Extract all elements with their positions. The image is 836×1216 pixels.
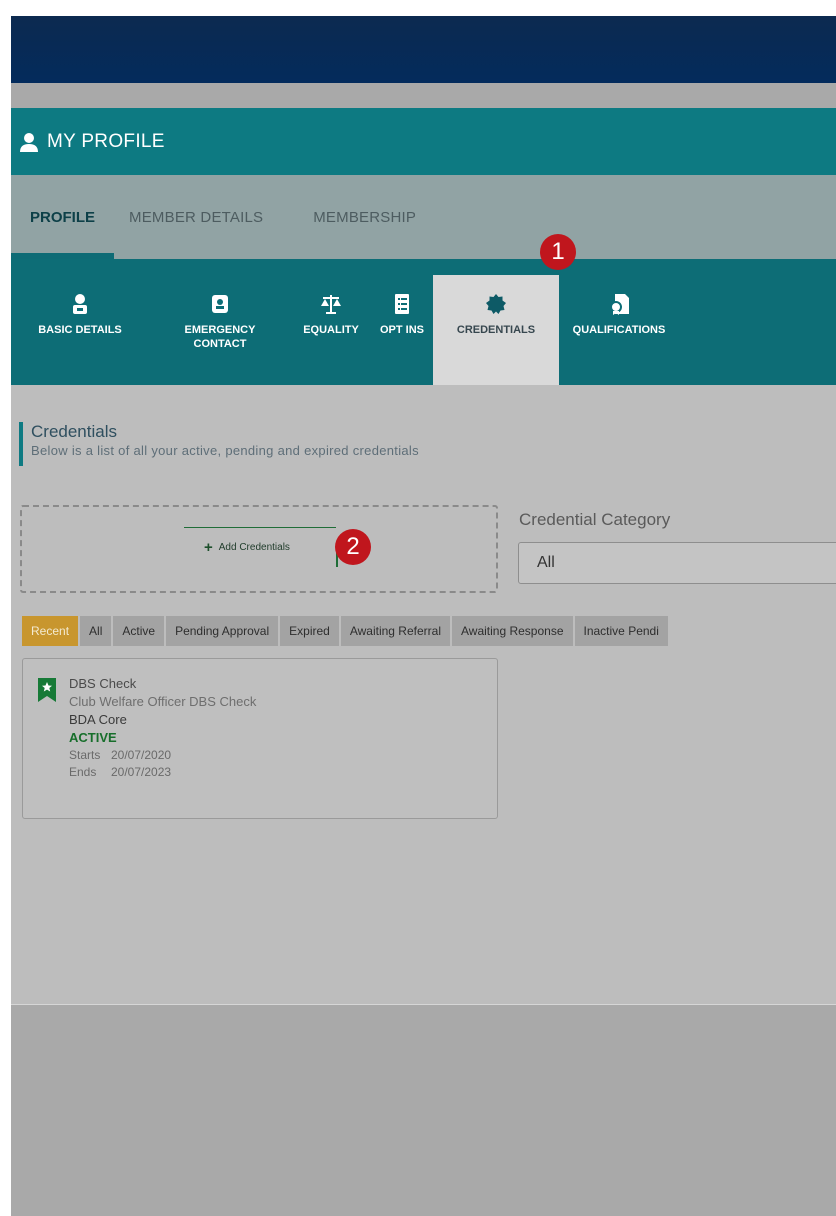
profile-subnav: PROFILE MEMBER DETAILS MEMBERSHIP: [11, 175, 836, 259]
filter-expired[interactable]: Expired: [280, 616, 339, 646]
credential-category-label: Credential Category: [519, 510, 671, 529]
profile-header: MY PROFILE: [11, 108, 836, 175]
profile-section-tabs: BASIC DETAILS EMERGENCY CONTACT EQUALITY…: [11, 259, 836, 385]
add-credentials-button[interactable]: + Add Credentials: [204, 539, 290, 556]
tab-membership[interactable]: MEMBERSHIP: [294, 175, 435, 259]
credential-description: Club Welfare Officer DBS Check: [69, 694, 257, 709]
filter-awaiting-referral[interactable]: Awaiting Referral: [340, 616, 450, 646]
top-navbar: [11, 16, 836, 83]
person-icon: [20, 132, 38, 152]
section-subtitle: Below is a list of all your active, pend…: [31, 443, 419, 458]
star-ribbon-icon: [38, 678, 56, 702]
certificate-icon: [610, 294, 629, 315]
page-title: MY PROFILE: [47, 130, 165, 152]
tab-emergency-contact[interactable]: EMERGENCY CONTACT: [149, 275, 291, 385]
credential-filter-tabs: Recent All Active Pending Approval Expir…: [22, 616, 668, 646]
credential-start-row: Starts 20/07/2020: [69, 747, 256, 764]
status-badge: ACTIVE: [69, 730, 117, 745]
annotation-badge-1: 1: [540, 234, 576, 270]
credential-name: DBS Check: [69, 676, 137, 691]
tab-opt-ins[interactable]: OPT INS: [371, 275, 433, 385]
scales-icon: [321, 295, 341, 314]
credential-category-select[interactable]: All: [518, 542, 836, 584]
annotation-badge-2: 2: [335, 529, 371, 565]
section-title: Credentials: [31, 422, 117, 441]
tab-qualifications[interactable]: QUALIFICATIONS: [559, 275, 679, 385]
filter-pending-approval[interactable]: Pending Approval: [166, 616, 279, 646]
seal-icon: [486, 294, 506, 314]
annotation-line: [184, 527, 336, 528]
person-icon: [73, 294, 87, 314]
filter-active[interactable]: Active: [113, 616, 165, 646]
filter-inactive-pending[interactable]: Inactive Pendi: [574, 616, 668, 646]
app-frame: MY PROFILE PROFILE MEMBER DETAILS MEMBER…: [11, 16, 836, 1216]
start-label: Starts: [69, 748, 101, 762]
tab-profile[interactable]: PROFILE: [11, 175, 115, 259]
tab-credentials[interactable]: CREDENTIALS: [433, 275, 559, 385]
filter-awaiting-response[interactable]: Awaiting Response: [451, 616, 573, 646]
end-label: Ends: [69, 765, 97, 779]
end-date: 20/07/2023: [111, 765, 172, 779]
checklist-icon: [395, 294, 409, 314]
add-credentials-dropzone: + Add Credentials: [20, 505, 498, 593]
filter-all[interactable]: All: [80, 616, 112, 646]
tab-basic-details[interactable]: BASIC DETAILS: [11, 275, 149, 385]
credentials-section-header: Credentials Below is a list of all your …: [19, 422, 419, 466]
contact-card-icon: [212, 295, 228, 313]
credential-end-row: Ends 20/07/2023: [69, 764, 256, 781]
tab-member-details[interactable]: MEMBER DETAILS: [114, 175, 294, 259]
credential-organisation: BDA Core: [69, 712, 127, 727]
filter-recent[interactable]: Recent: [22, 616, 79, 646]
profile-card: MY PROFILE PROFILE MEMBER DETAILS MEMBER…: [11, 108, 836, 1005]
start-date: 20/07/2020: [111, 748, 172, 762]
plus-icon: +: [204, 539, 213, 556]
tab-equality[interactable]: EQUALITY: [291, 275, 371, 385]
credential-card[interactable]: DBS Check Club Welfare Officer DBS Check…: [22, 658, 498, 819]
